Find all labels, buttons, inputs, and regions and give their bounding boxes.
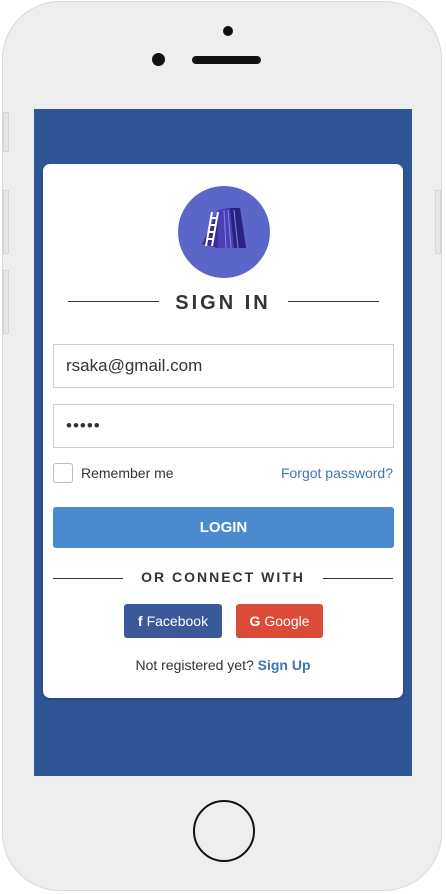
remember-me-label: Remember me [81, 465, 174, 481]
google-label: Google [264, 613, 310, 629]
sign-up-link[interactable]: Sign Up [258, 657, 311, 673]
register-text: Not registered yet? [135, 657, 258, 673]
building-ladder-icon [178, 186, 270, 278]
facebook-icon: f [137, 613, 143, 629]
register-prompt: Not registered yet? Sign Up [43, 657, 403, 673]
login-card: SIGN IN rsaka@gmail.com ••••• Remember m… [43, 164, 403, 698]
front-camera [223, 26, 233, 36]
facebook-label: Facebook [146, 613, 209, 629]
email-field[interactable]: rsaka@gmail.com [53, 344, 394, 388]
connect-heading: OR CONNECT WITH [141, 569, 305, 585]
login-button[interactable]: LOGIN [53, 507, 394, 548]
facebook-button[interactable]: f Facebook [124, 604, 222, 638]
password-field[interactable]: ••••• [53, 404, 394, 448]
mute-switch [3, 112, 9, 152]
page-title: SIGN IN [175, 292, 271, 314]
proximity-sensor [152, 53, 165, 66]
home-button[interactable] [193, 800, 255, 862]
google-icon: G [249, 613, 261, 629]
remember-me-checkbox[interactable] [53, 463, 73, 483]
forgot-password-link[interactable]: Forgot password? [281, 465, 393, 481]
earpiece-speaker [192, 56, 261, 64]
title-divider-right [288, 301, 379, 302]
volume-down-button [3, 270, 9, 334]
volume-up-button [3, 190, 9, 254]
google-button[interactable]: G Google [236, 604, 323, 638]
power-button [435, 190, 441, 254]
connect-divider-right [323, 578, 393, 579]
